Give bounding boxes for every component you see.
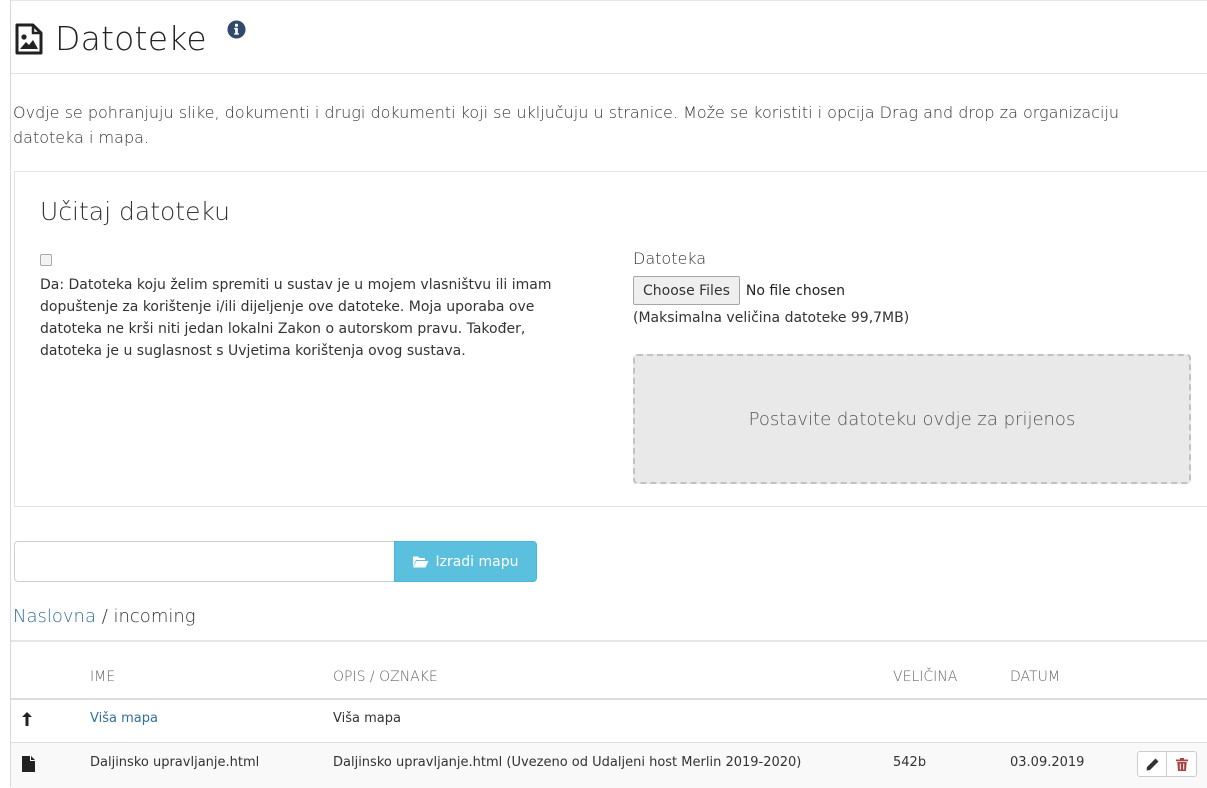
column-header-description[interactable]: OPIS / OZNAKE [333, 669, 438, 685]
page-title: Datoteke [55, 18, 207, 58]
delete-button[interactable] [1167, 751, 1197, 777]
column-header-date[interactable]: DATUM [1010, 669, 1060, 685]
choose-files-button[interactable]: Choose Files [633, 276, 740, 305]
info-icon[interactable] [227, 19, 246, 39]
breadcrumb-current: incoming [113, 606, 196, 627]
create-folder-label: Izradi mapu [435, 553, 519, 570]
upload-panel: Učitaj datoteku Da: Datoteka koju želim … [14, 171, 1207, 507]
table-row[interactable]: Daljinsko upravljanje.html Daljinsko upr… [11, 742, 1207, 788]
breadcrumb-separator: / [95, 606, 114, 627]
level-up-icon [22, 712, 32, 726]
column-header-size[interactable]: VELIČINA [893, 669, 957, 685]
folder-open-icon [413, 556, 429, 568]
folder-name-input[interactable] [14, 541, 395, 582]
trash-icon [1175, 757, 1188, 771]
breadcrumb: Naslovna / incoming [13, 606, 196, 627]
page-description: Ovdje se pohranjuju slike, dokumenti i d… [13, 103, 1120, 147]
edit-button[interactable] [1137, 751, 1167, 777]
max-file-size-text: (Maksimalna veličina datoteke 99,7MB) [633, 310, 910, 326]
page-header: Datoteke [13, 13, 246, 63]
create-folder-button[interactable]: Izradi mapu [394, 541, 537, 582]
no-file-chosen-text: No file chosen [745, 282, 846, 299]
row-size: 542b [893, 755, 927, 770]
table-row[interactable]: Viša mapa Viša mapa [11, 699, 1207, 742]
pencil-icon [1146, 758, 1158, 770]
row-name-link[interactable]: Viša mapa [90, 711, 158, 726]
dropzone-text: Postavite datoteku ovdje za prijenos [748, 408, 1076, 430]
row-description: Viša mapa [333, 711, 401, 726]
image-file-icon [15, 23, 43, 55]
breadcrumb-divider [11, 640, 1207, 642]
file-label: Datoteka [633, 249, 707, 268]
row-actions [1137, 751, 1197, 777]
row-date: 03.09.2019 [1010, 755, 1085, 770]
consent-checkbox[interactable] [40, 254, 52, 266]
breadcrumb-root-link[interactable]: Naslovna [13, 606, 96, 627]
row-name[interactable]: Daljinsko upravljanje.html [90, 755, 259, 770]
row-description: Daljinsko upravljanje.html (Uvezeno od U… [333, 755, 802, 770]
file-dropzone[interactable]: Postavite datoteku ovdje za prijenos [633, 354, 1191, 484]
column-header-name[interactable]: IME [90, 669, 115, 685]
file-icon [22, 756, 35, 772]
header-divider [11, 73, 1207, 74]
files-page: Datoteke Ovdje se pohranjuju slike, doku… [10, 0, 1207, 788]
file-input: Choose Files No file chosen [633, 276, 845, 305]
consent-text: Da: Datoteka koju želim spremiti u susta… [40, 277, 552, 359]
upload-title: Učitaj datoteku [40, 197, 231, 226]
